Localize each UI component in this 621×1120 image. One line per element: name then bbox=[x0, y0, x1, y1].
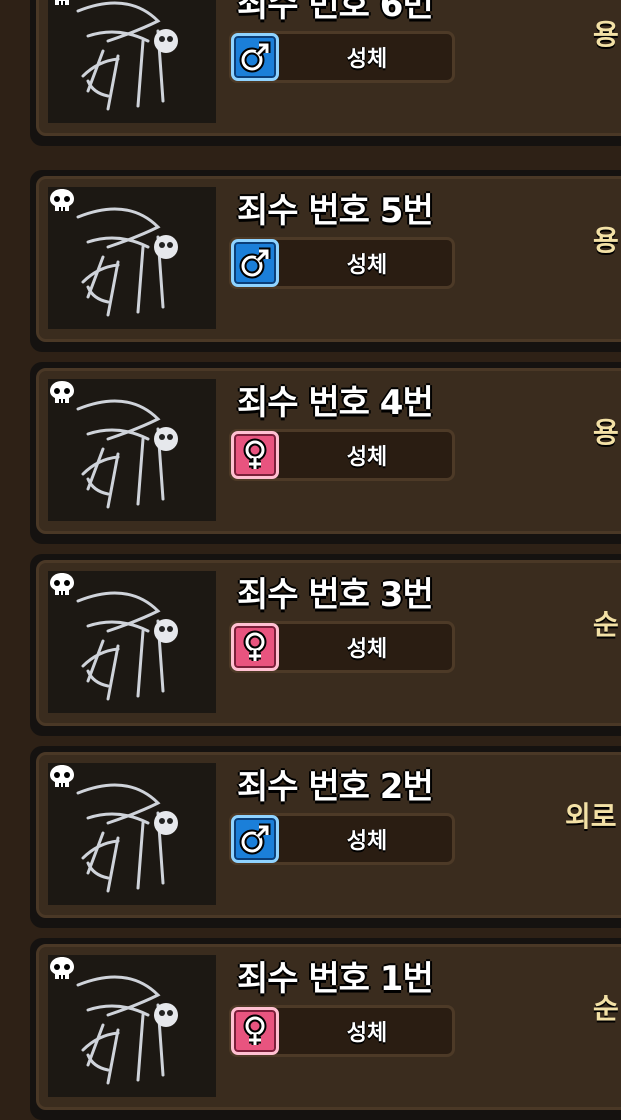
card-frame: 죄수 번호 1번 성체 순 bbox=[36, 944, 621, 1110]
card-frame: 죄수 번호 6번 성체 용 bbox=[36, 0, 621, 136]
growth-stage-label: 성체 bbox=[346, 637, 388, 662]
stage-badge: 성체 bbox=[229, 813, 455, 865]
prisoner-name: 죄수 번호 6번 bbox=[237, 0, 434, 25]
skull-icon bbox=[55, 0, 69, 5]
male-symbol-icon bbox=[231, 815, 279, 863]
skull-icon bbox=[50, 573, 74, 595]
growth-stage-label: 성체 bbox=[346, 445, 388, 470]
male-symbol-icon bbox=[231, 239, 279, 287]
stage-badge: 성체 bbox=[229, 237, 455, 289]
prisoner-name: 죄수 번호 1번 bbox=[237, 959, 434, 999]
prisoner-card[interactable]: 죄수 번호 3번 성체 순 bbox=[30, 554, 621, 736]
prisoner-card[interactable]: 죄수 번호 5번 성체 용 bbox=[30, 170, 621, 352]
prisoner-card[interactable]: 죄수 번호 2번 성체 외로 bbox=[30, 746, 621, 928]
growth-stage-label: 성체 bbox=[346, 253, 388, 278]
skeleton-creature-icon bbox=[76, 1, 178, 111]
female-symbol-icon bbox=[231, 623, 279, 671]
creature-portrait bbox=[48, 0, 216, 123]
growth-stage-label: 성체 bbox=[346, 829, 388, 854]
growth-stage-label: 성체 bbox=[346, 1021, 388, 1046]
female-symbol-icon bbox=[231, 431, 279, 479]
card-frame: 죄수 번호 3번 성체 순 bbox=[36, 560, 621, 726]
skull-icon bbox=[50, 381, 74, 403]
trait-label: 순 bbox=[593, 992, 619, 1025]
prisoner-card[interactable]: 죄수 번호 1번 성체 순 bbox=[30, 938, 621, 1120]
prisoner-name: 죄수 번호 4번 bbox=[237, 383, 434, 423]
prisoner-card[interactable]: 죄수 번호 4번 성체 용 bbox=[30, 362, 621, 544]
creature-portrait bbox=[48, 763, 216, 905]
stage-badge: 성체 bbox=[229, 1005, 455, 1057]
stage-badge: 성체 bbox=[229, 621, 455, 673]
skull-icon bbox=[50, 189, 74, 211]
trait-label: 용 bbox=[593, 416, 619, 449]
trait-label: 순 bbox=[593, 608, 619, 641]
trait-label: 용 bbox=[593, 18, 619, 51]
male-symbol-icon bbox=[231, 33, 279, 81]
stage-badge: 성체 bbox=[229, 429, 455, 481]
skull-icon bbox=[50, 957, 74, 979]
prisoner-name: 죄수 번호 3번 bbox=[237, 575, 434, 615]
trait-label: 용 bbox=[593, 224, 619, 257]
skull-icon bbox=[50, 765, 74, 787]
prisoner-card[interactable]: 죄수 번호 6번 성체 용 bbox=[30, 0, 621, 146]
card-frame: 죄수 번호 4번 성체 용 bbox=[36, 368, 621, 534]
card-frame: 죄수 번호 2번 성체 외로 bbox=[36, 752, 621, 918]
female-symbol-icon bbox=[231, 1007, 279, 1055]
creature-portrait bbox=[48, 187, 216, 329]
creature-portrait bbox=[48, 955, 216, 1097]
prisoner-name: 죄수 번호 5번 bbox=[237, 191, 434, 231]
prisoner-name: 죄수 번호 2번 bbox=[237, 767, 434, 807]
creature-portrait bbox=[48, 379, 216, 521]
growth-stage-label: 성체 bbox=[346, 47, 388, 72]
creature-portrait bbox=[48, 571, 216, 713]
card-frame: 죄수 번호 5번 성체 용 bbox=[36, 176, 621, 342]
stage-badge: 성체 bbox=[229, 31, 455, 83]
prisoner-list: 죄수 번호 6번 성체 용 죄수 번호 5번 성체 용 죄수 번호 4번 성체 … bbox=[0, 0, 621, 1120]
trait-label: 외로 bbox=[565, 800, 617, 833]
